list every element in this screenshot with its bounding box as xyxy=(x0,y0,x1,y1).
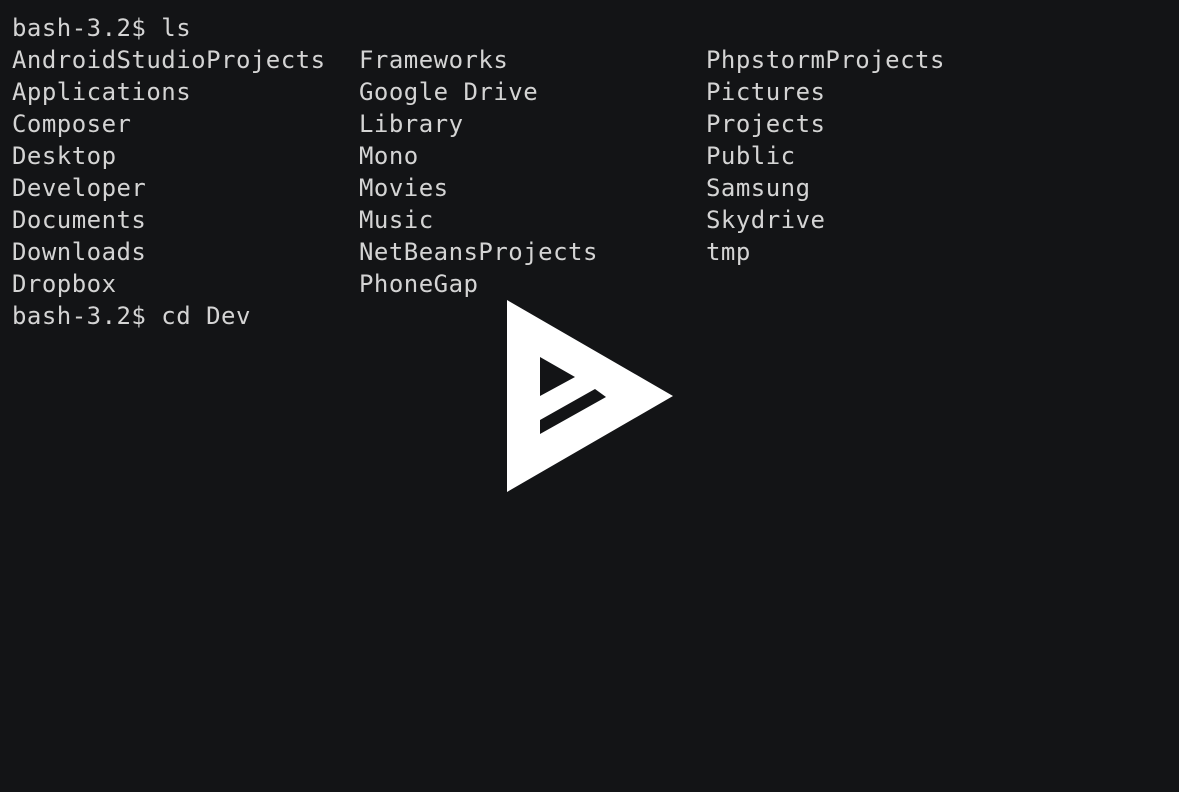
listing-item: tmp xyxy=(706,238,751,266)
listing-item: Music xyxy=(359,206,434,234)
listing-item: Documents xyxy=(12,206,147,234)
listing-item: NetBeansProjects xyxy=(359,238,598,266)
terminal-window[interactable]: bash-3.2$ ls AndroidStudioProjects Appli… xyxy=(0,0,1179,792)
listing-item: Downloads xyxy=(12,238,147,266)
listing-item: Desktop xyxy=(12,142,117,170)
prompt-line-ls: bash-3.2$ ls xyxy=(12,14,192,42)
listing-item: Library xyxy=(359,110,464,138)
asciinema-play-icon[interactable] xyxy=(507,300,673,492)
listing-item: Applications xyxy=(12,78,192,106)
listing-item: Skydrive xyxy=(706,206,826,234)
listing-item: Dropbox xyxy=(12,270,117,298)
listing-item: Movies xyxy=(359,174,449,202)
prompt-line-cd: bash-3.2$ cd Dev xyxy=(12,302,251,330)
listing-item: Mono xyxy=(359,142,419,170)
listing-item: AndroidStudioProjects xyxy=(12,46,326,74)
ls-output: AndroidStudioProjects Applications Compo… xyxy=(12,44,1006,300)
listing-item: Developer xyxy=(12,174,147,202)
listing-item: Projects xyxy=(706,110,826,138)
listing-item: PhoneGap xyxy=(359,270,479,298)
listing-item: Frameworks xyxy=(359,46,509,74)
listing-item: Google Drive xyxy=(359,78,539,106)
listing-item: Public xyxy=(706,142,796,170)
listing-item: Pictures xyxy=(706,78,826,106)
listing-item: Samsung xyxy=(706,174,811,202)
listing-item: Composer xyxy=(12,110,132,138)
listing-item: PhpstormProjects xyxy=(706,46,945,74)
